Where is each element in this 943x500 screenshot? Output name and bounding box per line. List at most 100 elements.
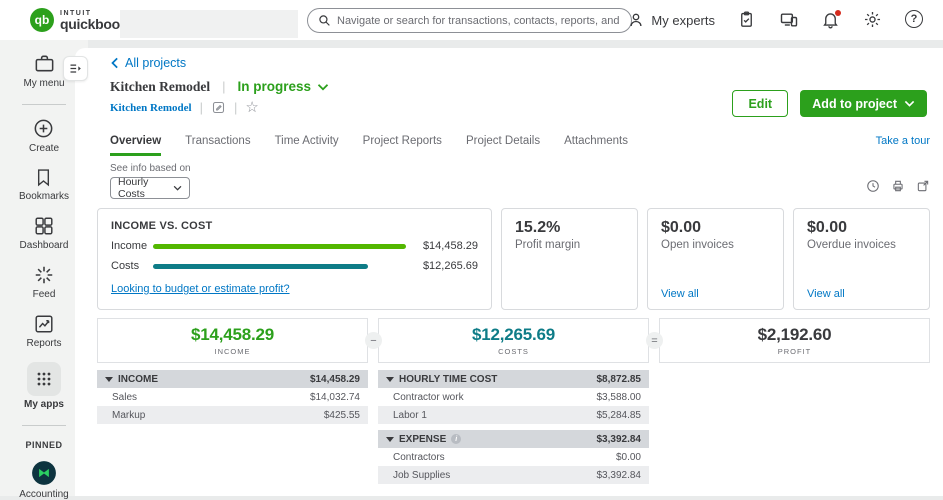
- tab-overview[interactable]: Overview: [110, 135, 161, 156]
- row-amount: $0.00: [616, 452, 641, 463]
- collapse-triangle-icon: [386, 437, 394, 442]
- sidebar-item-my-apps[interactable]: My apps: [24, 362, 64, 410]
- project-subtitle-link[interactable]: Kitchen Remodel: [110, 102, 192, 114]
- open-invoices-label: Open invoices: [661, 239, 770, 251]
- project-tabs: Overview Transactions Time Activity Proj…: [110, 135, 930, 156]
- filter-label: See info based on: [110, 163, 930, 174]
- accounting-app-icon: [31, 460, 57, 486]
- income-vs-cost-title: INCOME VS. COST: [111, 220, 478, 232]
- overdue-invoices-view-all-link[interactable]: View all: [807, 288, 845, 300]
- edit-button[interactable]: Edit: [732, 90, 788, 117]
- income-bar-value: $14,458.29: [406, 240, 478, 252]
- profit-margin-label: Profit margin: [515, 239, 624, 251]
- hourly-table-header[interactable]: HOURLY TIME COST $8,872.85: [378, 370, 649, 388]
- minus-badge: −: [365, 332, 382, 349]
- take-a-tour-link[interactable]: Take a tour: [876, 135, 930, 147]
- costs-breakdown-column: HOURLY TIME COST $8,872.85 Contractor wo…: [378, 370, 649, 484]
- profit-margin-value: 15.2%: [515, 219, 624, 237]
- pinned-heading: PINNED: [25, 440, 62, 450]
- budget-estimate-link[interactable]: Looking to budget or estimate profit?: [111, 283, 290, 295]
- expense-table-title: EXPENSE: [399, 434, 446, 445]
- row-name: Contractors: [386, 452, 445, 463]
- back-to-all-projects-link[interactable]: All projects: [110, 56, 186, 70]
- sidebar-item-accounting[interactable]: Accounting: [19, 460, 68, 500]
- print-button[interactable]: [891, 179, 905, 193]
- person-icon: [627, 11, 645, 29]
- history-button[interactable]: [866, 179, 880, 193]
- sidebar-label: Reports: [26, 338, 61, 349]
- summary-costs-value: $12,265.69: [472, 325, 555, 345]
- tab-project-details[interactable]: Project Details: [466, 135, 540, 156]
- help-button[interactable]: ?: [905, 10, 925, 30]
- table-row[interactable]: Contractors $0.00: [378, 448, 649, 466]
- tab-project-reports[interactable]: Project Reports: [363, 135, 442, 156]
- status-label: In progress: [238, 79, 312, 94]
- panel-expand-button[interactable]: [63, 56, 88, 81]
- cost-basis-dropdown[interactable]: Hourly Costs: [110, 177, 190, 199]
- table-row[interactable]: Markup $425.55: [97, 406, 368, 424]
- chevron-down-icon: [173, 185, 182, 191]
- global-search[interactable]: [307, 8, 632, 33]
- back-link-label: All projects: [125, 56, 186, 70]
- overdue-invoices-value: $0.00: [807, 219, 916, 237]
- clipboard-icon: [737, 10, 756, 29]
- table-row[interactable]: Contractor work $3,588.00: [378, 388, 649, 406]
- dropdown-value: Hourly Costs: [118, 176, 173, 200]
- income-vs-cost-card: INCOME VS. COST Income $14,458.29 Costs …: [97, 208, 492, 310]
- sidebar-item-my-menu[interactable]: My menu: [23, 52, 64, 89]
- search-input[interactable]: [337, 15, 621, 27]
- collapse-triangle-icon: [105, 377, 113, 382]
- row-amount: $3,392.84: [597, 470, 642, 481]
- row-name: Contractor work: [386, 392, 464, 403]
- income-table-total: $14,458.29: [310, 374, 360, 385]
- tab-time-activity[interactable]: Time Activity: [275, 135, 339, 156]
- notification-dot: [835, 10, 841, 16]
- settings-button[interactable]: [863, 10, 883, 30]
- separator: |: [200, 100, 203, 115]
- table-row[interactable]: Labor 1 $5,284.85: [378, 406, 649, 424]
- profit-margin-card: 15.2% Profit margin: [501, 208, 638, 310]
- tab-transactions[interactable]: Transactions: [185, 135, 250, 156]
- sidebar-item-feed[interactable]: Feed: [33, 264, 56, 300]
- add-to-project-button[interactable]: Add to project: [800, 90, 927, 117]
- clock-icon: [866, 179, 880, 193]
- chart-icon: [33, 313, 55, 335]
- my-experts-label: My experts: [651, 13, 715, 28]
- sidebar-item-create[interactable]: Create: [29, 117, 59, 154]
- open-invoices-view-all-link[interactable]: View all: [661, 288, 699, 300]
- income-bar: [153, 244, 406, 249]
- sidebar-item-reports[interactable]: Reports: [26, 313, 61, 349]
- printer-icon: [891, 179, 905, 193]
- table-row[interactable]: Sales $14,032.74: [97, 388, 368, 406]
- project-status-dropdown[interactable]: In progress: [238, 79, 330, 94]
- income-table-header[interactable]: INCOME $14,458.29: [97, 370, 368, 388]
- tab-attachments[interactable]: Attachments: [564, 135, 628, 156]
- favorite-star-icon[interactable]: ☆: [245, 100, 258, 115]
- chevron-down-icon: [317, 83, 329, 91]
- project-title: Kitchen Remodel: [110, 79, 210, 95]
- sidebar-label: Create: [29, 143, 59, 154]
- overdue-invoices-card: $0.00 Overdue invoices View all: [793, 208, 930, 310]
- income-bar-label: Income: [111, 240, 153, 252]
- summary-costs-label: COSTS: [498, 347, 529, 356]
- notifications-button[interactable]: [821, 10, 841, 30]
- apps-switcher-button[interactable]: [779, 10, 799, 30]
- row-amount: $14,032.74: [310, 392, 360, 403]
- sidebar-item-bookmarks[interactable]: Bookmarks: [19, 167, 69, 202]
- notes-button[interactable]: [211, 100, 226, 115]
- sidebar-item-dashboard[interactable]: Dashboard: [20, 215, 69, 251]
- equals-badge: =: [646, 332, 663, 349]
- my-experts-button[interactable]: My experts: [627, 11, 715, 29]
- costs-bar-row: Costs $12,265.69: [111, 260, 478, 272]
- income-table: INCOME $14,458.29 Sales $14,032.74 Marku…: [97, 370, 368, 424]
- question-icon: ?: [905, 10, 923, 28]
- plus-circle-icon: [32, 117, 55, 140]
- summary-income-label: INCOME: [215, 347, 251, 356]
- export-button[interactable]: [916, 179, 930, 193]
- income-breakdown-column: INCOME $14,458.29 Sales $14,032.74 Marku…: [97, 370, 368, 484]
- devices-icon: [779, 10, 799, 30]
- expense-table-header[interactable]: EXPENSE i $3,392.84: [378, 430, 649, 448]
- tasks-button[interactable]: [737, 10, 757, 30]
- table-row[interactable]: Job Supplies $3,392.84: [378, 466, 649, 484]
- briefcase-icon: [33, 52, 56, 75]
